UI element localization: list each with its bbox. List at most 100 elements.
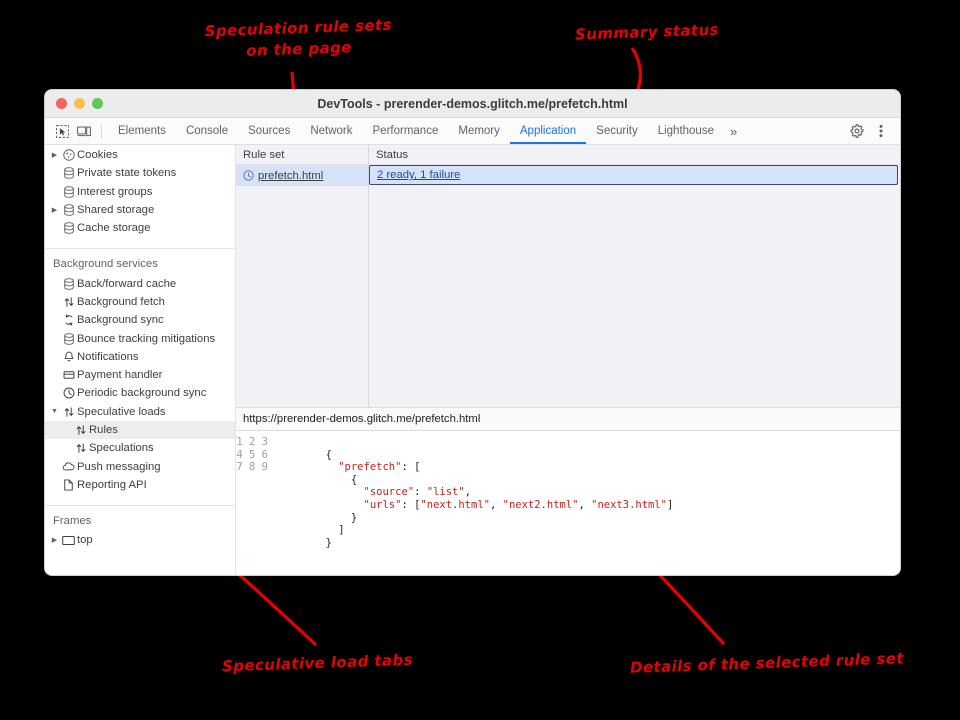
sidebar-item-top-frame[interactable]: ▶ top — [45, 531, 235, 549]
updown-arrows-icon — [60, 406, 77, 418]
table-row[interactable]: prefetch.html — [236, 165, 368, 186]
sidebar-item-payment-handler[interactable]: ▶ Payment handler — [45, 366, 235, 384]
tab-security[interactable]: Security — [586, 119, 648, 144]
database-icon — [60, 185, 77, 198]
line-number-gutter: 1 2 3 4 5 6 7 8 9 — [236, 436, 268, 474]
sidebar-item-speculations[interactable]: ▶ Speculations — [45, 439, 235, 457]
rules-panel: Rule set prefetch.html Status 2 ready, 1… — [236, 145, 900, 575]
chevron-down-icon[interactable]: ▼ — [49, 408, 60, 415]
card-icon — [60, 369, 77, 381]
sidebar-item-label: Bounce tracking mitigations — [77, 332, 216, 345]
toolbar-divider — [101, 123, 102, 139]
sidebar-item-interest-groups[interactable]: ▶ Interest groups — [45, 183, 235, 201]
sidebar-item-notifications[interactable]: ▶ Notifications — [45, 348, 235, 366]
sidebar-item-rules[interactable]: ▶ Rules — [45, 420, 235, 440]
sidebar-item-background-fetch[interactable]: ▶ Background fetch — [45, 293, 235, 311]
status-badge[interactable]: 2 ready, 1 failure — [377, 169, 460, 181]
chevron-right-icon[interactable]: ▶ — [49, 536, 60, 544]
annotation-speculation-rule-sets: Speculation rule sets on the page — [204, 15, 393, 60]
sidebar-item-label: Private state tokens — [77, 167, 177, 180]
rule-set-json-code[interactable]: { "prefetch": [ { "source": "list", "url… — [275, 436, 674, 575]
chevron-placeholder: ▶ — [49, 389, 60, 397]
chevron-placeholder: ▶ — [49, 481, 60, 489]
sidebar-item-reporting-api[interactable]: ▶ Reporting API — [45, 476, 235, 494]
column-header-rule-set[interactable]: Rule set — [236, 145, 368, 165]
sidebar-item-back-forward-cache[interactable]: ▶ Back/forward cache — [45, 274, 235, 292]
annotation-summary-status: Summary status — [574, 20, 720, 44]
database-icon — [60, 222, 77, 235]
annotation-speculative-load-tabs: Speculative load tabs — [221, 650, 414, 676]
rule-sets-grid[interactable]: Rule set prefetch.html Status 2 ready, 1… — [236, 145, 900, 407]
tab-console[interactable]: Console — [176, 119, 238, 144]
detail-url: https://prerender-demos.glitch.me/prefet… — [236, 407, 900, 431]
sidebar-item-label: Push messaging — [77, 460, 161, 473]
chevron-placeholder: ▶ — [49, 280, 60, 288]
document-icon — [60, 479, 77, 491]
sidebar-group-background-services: Background services — [53, 258, 158, 271]
sidebar-item-speculative-loads[interactable]: ▼ Speculative loads — [45, 403, 235, 421]
tab-performance[interactable]: Performance — [363, 119, 449, 144]
updown-arrows-icon — [72, 424, 89, 436]
sidebar-item-label: Back/forward cache — [77, 277, 177, 290]
gear-icon[interactable] — [846, 121, 868, 141]
sidebar-item-label: Interest groups — [77, 185, 153, 198]
tab-application[interactable]: Application — [510, 119, 586, 144]
chevron-placeholder: ▶ — [49, 169, 60, 177]
bell-icon — [60, 351, 77, 363]
sidebar-item-background-sync[interactable]: ▶ Background sync — [45, 311, 235, 329]
tab-sources[interactable]: Sources — [238, 119, 300, 144]
tab-network[interactable]: Network — [300, 119, 362, 144]
column-rule-set: Rule set prefetch.html — [236, 145, 369, 407]
sidebar-item-cache-storage[interactable]: ▶ Cache storage — [45, 219, 235, 237]
tab-elements[interactable]: Elements — [108, 119, 176, 144]
kebab-menu-icon[interactable] — [870, 121, 892, 141]
sidebar-item-periodic-background-sync[interactable]: ▶ Periodic background sync — [45, 384, 235, 402]
sidebar-item-push-messaging[interactable]: ▶ Push messaging — [45, 457, 235, 475]
sidebar-item-bounce-tracking-mitigations[interactable]: ▶ Bounce tracking mitigations — [45, 329, 235, 347]
sidebar-item-shared-storage[interactable]: ▶ Shared storage — [45, 201, 235, 219]
chevron-placeholder: ▶ — [61, 426, 72, 434]
sidebar-item-label: Payment handler — [77, 369, 163, 382]
chevron-placeholder: ▶ — [49, 224, 60, 232]
sidebar-item-cookies[interactable]: ▶ Cookies — [45, 146, 235, 164]
updown-arrows-icon — [60, 296, 77, 308]
more-tabs-chevron-icon[interactable]: » — [724, 119, 743, 144]
inspect-icon[interactable] — [51, 121, 73, 141]
sidebar-item-label: Periodic background sync — [77, 387, 207, 400]
sidebar-item-label: Background fetch — [77, 295, 165, 308]
cloud-icon — [60, 461, 77, 473]
tab-memory[interactable]: Memory — [448, 119, 510, 144]
sidebar-item-label: Cache storage — [77, 222, 151, 235]
clock-info-icon — [243, 170, 254, 181]
sidebar-item-label: Notifications — [77, 350, 139, 363]
status-cell[interactable]: 2 ready, 1 failure — [369, 165, 898, 185]
chevron-placeholder: ▶ — [49, 371, 60, 379]
chevron-placeholder: ▶ — [49, 316, 60, 324]
chevron-right-icon[interactable]: ▶ — [49, 151, 60, 159]
chevron-right-icon[interactable]: ▶ — [49, 206, 60, 214]
column-status: Status 2 ready, 1 failure — [369, 145, 900, 407]
rule-set-link[interactable]: prefetch.html — [258, 170, 323, 182]
application-sidebar[interactable]: ▶ Cookies ▶ Private state tokens ▶ Inter… — [45, 145, 236, 575]
tab-lighthouse[interactable]: Lighthouse — [648, 119, 724, 144]
chevron-placeholder: ▶ — [61, 444, 72, 452]
database-icon — [60, 167, 77, 180]
sync-arrows-icon — [60, 314, 77, 326]
sidebar-item-private-state-tokens[interactable]: ▶ Private state tokens — [45, 164, 235, 182]
database-icon — [60, 204, 77, 216]
sidebar-item-label: top — [77, 534, 93, 547]
database-icon — [60, 332, 77, 345]
column-header-status[interactable]: Status — [369, 145, 900, 165]
sidebar-item-label: Shared storage — [77, 204, 155, 217]
database-icon — [60, 277, 77, 290]
device-toolbar-icon[interactable] — [73, 121, 95, 141]
chevron-placeholder: ▶ — [49, 188, 60, 196]
sidebar-item-label: Speculative loads — [77, 405, 166, 418]
cookie-icon — [60, 149, 77, 161]
window-title-bar: DevTools - prerender-demos.glitch.me/pre… — [45, 90, 900, 118]
sidebar-item-label: Reporting API — [77, 478, 147, 491]
chevron-placeholder: ▶ — [49, 298, 60, 306]
devtools-window: DevTools - prerender-demos.glitch.me/pre… — [45, 90, 900, 575]
rule-set-source-viewer[interactable]: 1 2 3 4 5 6 7 8 9 { "prefetch": [ { "sou… — [236, 431, 900, 575]
sidebar-item-label: Background sync — [77, 314, 164, 327]
